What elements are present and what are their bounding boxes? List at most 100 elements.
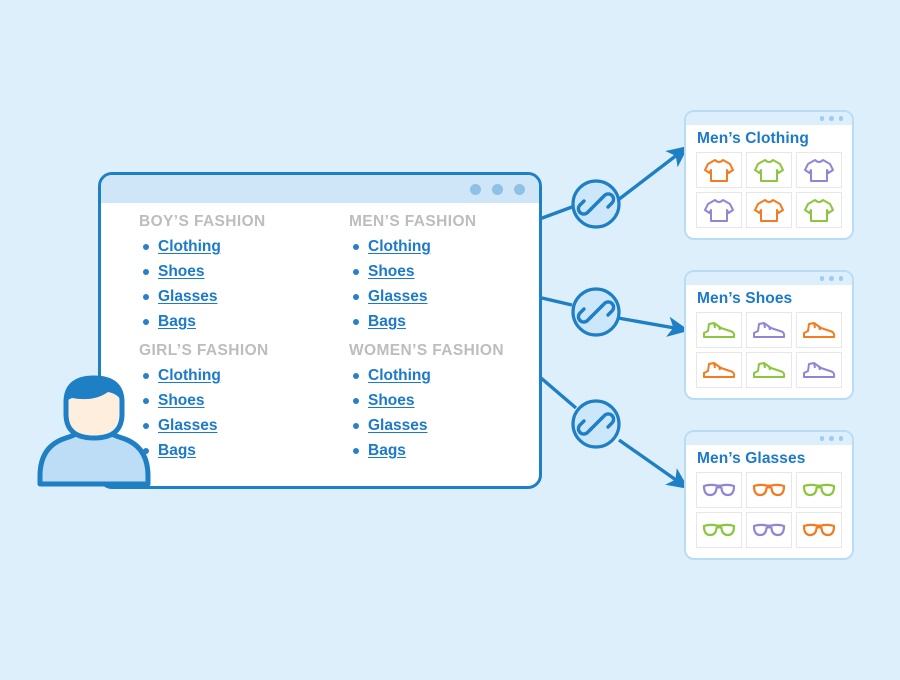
card-dot-icon bbox=[838, 116, 843, 121]
link-mens-bags[interactable]: Bags bbox=[368, 313, 406, 331]
link-badge-glasses[interactable] bbox=[570, 398, 622, 450]
category-title: MEN’S FASHION bbox=[349, 213, 477, 230]
list-item[interactable]: Glasses bbox=[353, 284, 539, 309]
glasses-icon bbox=[752, 523, 786, 537]
card-mens-clothing[interactable]: Men’s Clothing bbox=[684, 110, 854, 240]
link-womens-glasses[interactable]: Glasses bbox=[368, 417, 427, 435]
product-thumb[interactable] bbox=[696, 472, 742, 508]
category-title: GIRL’S FASHION bbox=[139, 342, 269, 359]
diagram-canvas: BOY’S FASHION Clothing Shoes Glasses Bag… bbox=[0, 0, 900, 680]
list-item[interactable]: Clothing bbox=[143, 363, 349, 388]
category-title: BOY’S FASHION bbox=[139, 213, 266, 230]
link-girls-clothing[interactable]: Clothing bbox=[158, 367, 221, 385]
category-link-list: Clothing Shoes Glasses Bags bbox=[139, 234, 349, 334]
tshirt-icon bbox=[754, 199, 784, 222]
category-grid: BOY’S FASHION Clothing Shoes Glasses Bag… bbox=[101, 213, 539, 471]
link-boys-glasses[interactable]: Glasses bbox=[158, 288, 217, 306]
product-thumb[interactable] bbox=[796, 352, 842, 388]
product-thumb[interactable] bbox=[796, 472, 842, 508]
link-badge-clothing[interactable] bbox=[570, 178, 622, 230]
category-womens-fashion: WOMEN’S FASHION Clothing Shoes Glasses B… bbox=[349, 342, 539, 463]
bullet-icon bbox=[353, 293, 359, 300]
list-item[interactable]: Clothing bbox=[353, 363, 539, 388]
link-girls-shoes[interactable]: Shoes bbox=[158, 392, 205, 410]
product-thumb[interactable] bbox=[796, 512, 842, 548]
link-mens-glasses[interactable]: Glasses bbox=[368, 288, 427, 306]
card-dot-icon bbox=[838, 276, 843, 281]
product-thumb[interactable] bbox=[746, 352, 792, 388]
list-item[interactable]: Glasses bbox=[143, 413, 349, 438]
card-dots bbox=[819, 436, 843, 441]
bullet-icon bbox=[353, 372, 359, 379]
wire-glasses-out bbox=[618, 438, 689, 489]
product-thumb[interactable] bbox=[696, 312, 742, 348]
category-mens-fashion: MEN’S FASHION Clothing Shoes Glasses Bag… bbox=[349, 213, 539, 334]
list-item[interactable]: Bags bbox=[353, 438, 539, 463]
card-titlebar bbox=[686, 112, 852, 125]
product-thumb[interactable] bbox=[746, 152, 792, 188]
link-womens-shoes[interactable]: Shoes bbox=[368, 392, 415, 410]
sneaker-icon bbox=[803, 362, 836, 378]
tshirt-icon bbox=[704, 199, 734, 222]
link-badge-shoes[interactable] bbox=[570, 286, 622, 338]
link-boys-shoes[interactable]: Shoes bbox=[158, 263, 205, 281]
card-titlebar bbox=[686, 272, 852, 285]
list-item[interactable]: Shoes bbox=[353, 388, 539, 413]
product-thumb[interactable] bbox=[746, 312, 792, 348]
product-thumb-grid bbox=[686, 472, 852, 558]
card-mens-shoes[interactable]: Men’s Shoes bbox=[684, 270, 854, 400]
sneaker-icon bbox=[703, 362, 736, 378]
list-item[interactable]: Glasses bbox=[143, 284, 349, 309]
product-thumb[interactable] bbox=[796, 312, 842, 348]
link-womens-clothing[interactable]: Clothing bbox=[368, 367, 431, 385]
product-thumb-grid bbox=[686, 312, 852, 398]
product-thumb[interactable] bbox=[696, 192, 742, 228]
link-girls-glasses[interactable]: Glasses bbox=[158, 417, 217, 435]
product-thumb[interactable] bbox=[746, 472, 792, 508]
user-avatar bbox=[37, 375, 151, 487]
list-item[interactable]: Clothing bbox=[143, 234, 349, 259]
list-item[interactable]: Shoes bbox=[143, 388, 349, 413]
category-title: WOMEN’S FASHION bbox=[349, 342, 504, 359]
product-thumb[interactable] bbox=[796, 192, 842, 228]
sneaker-icon bbox=[753, 322, 786, 338]
list-item[interactable]: Bags bbox=[143, 438, 349, 463]
list-item[interactable]: Bags bbox=[143, 309, 349, 334]
card-title: Men’s Glasses bbox=[697, 450, 806, 467]
list-item[interactable]: Clothing bbox=[353, 234, 539, 259]
glasses-icon bbox=[802, 483, 836, 497]
list-item[interactable]: Bags bbox=[353, 309, 539, 334]
category-link-list: Clothing Shoes Glasses Bags bbox=[139, 363, 349, 463]
card-dot-icon bbox=[819, 276, 824, 281]
bullet-icon bbox=[143, 243, 149, 250]
product-thumb[interactable] bbox=[696, 512, 742, 548]
glasses-icon bbox=[702, 523, 736, 537]
list-item[interactable]: Glasses bbox=[353, 413, 539, 438]
window-dot-icon bbox=[514, 184, 525, 195]
browser-titlebar bbox=[101, 175, 539, 203]
list-item[interactable]: Shoes bbox=[143, 259, 349, 284]
bullet-icon bbox=[143, 268, 149, 275]
link-mens-shoes[interactable]: Shoes bbox=[368, 263, 415, 281]
glasses-icon bbox=[802, 523, 836, 537]
card-dot-icon bbox=[829, 116, 834, 121]
link-boys-clothing[interactable]: Clothing bbox=[158, 238, 221, 256]
link-boys-bags[interactable]: Bags bbox=[158, 313, 196, 331]
glasses-icon bbox=[702, 483, 736, 497]
product-thumb[interactable] bbox=[796, 152, 842, 188]
card-mens-glasses[interactable]: Men’s Glasses bbox=[684, 430, 854, 560]
product-thumb[interactable] bbox=[696, 352, 742, 388]
product-thumb[interactable] bbox=[746, 512, 792, 548]
product-thumb[interactable] bbox=[696, 152, 742, 188]
link-womens-bags[interactable]: Bags bbox=[368, 442, 406, 460]
product-thumb[interactable] bbox=[746, 192, 792, 228]
list-item[interactable]: Shoes bbox=[353, 259, 539, 284]
card-dots bbox=[819, 116, 843, 121]
link-girls-bags[interactable]: Bags bbox=[158, 442, 196, 460]
link-mens-clothing[interactable]: Clothing bbox=[368, 238, 431, 256]
bullet-icon bbox=[353, 268, 359, 275]
bullet-icon bbox=[353, 243, 359, 250]
wire-clothing-out bbox=[616, 145, 689, 202]
catalog-browser-window: BOY’S FASHION Clothing Shoes Glasses Bag… bbox=[98, 172, 542, 489]
window-dot-icon bbox=[492, 184, 503, 195]
